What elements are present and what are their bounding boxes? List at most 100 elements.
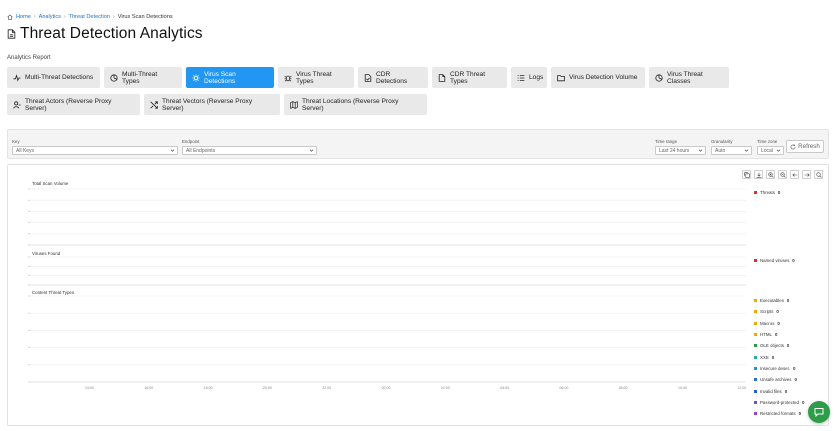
legend-item[interactable]: Threats 0 xyxy=(754,190,780,195)
chevron-down-icon xyxy=(698,149,703,152)
x-tick-label: 02:00 xyxy=(440,386,450,390)
section-label: Analytics Report xyxy=(7,55,51,61)
legend-label: XXE xyxy=(760,355,769,360)
legend-swatch xyxy=(754,333,757,336)
legend-label: Password-protected xyxy=(760,400,800,405)
tab-cdr-detections[interactable]: CDR Detections xyxy=(358,67,428,88)
breadcrumb-separator: › xyxy=(63,14,66,20)
time-range-label: Time range xyxy=(655,139,678,144)
tab-cdr-threat-types[interactable]: CDR Threat Types xyxy=(432,67,507,88)
endpoint-select[interactable]: All Endpoints xyxy=(182,146,317,155)
tab-label: Multi-Threat Types xyxy=(122,70,158,85)
bug-icon xyxy=(284,75,292,81)
refresh-icon xyxy=(790,143,796,149)
document-icon xyxy=(7,29,16,39)
tab-label: Virus Scan Detections xyxy=(204,70,236,85)
tab-threat-vectors[interactable]: Threat Vectors (Reverse Proxy Server) xyxy=(144,94,280,115)
granularity-select-value: Auto xyxy=(715,147,726,154)
endpoint-select-value: All Endpoints xyxy=(186,147,216,154)
legend-item[interactable]: Macros 0 xyxy=(754,321,780,326)
tab-label: Logs xyxy=(529,74,544,81)
legend-label: Macros xyxy=(760,321,775,326)
key-select[interactable]: All Keys xyxy=(12,146,178,155)
tab-label: CDR Detections xyxy=(376,70,408,85)
tab-virus-threat-types[interactable]: Virus Threat Types xyxy=(278,67,354,88)
user-icon xyxy=(13,100,21,108)
pie-icon xyxy=(110,73,118,82)
breadcrumb-threat-detection[interactable]: Threat Detection xyxy=(69,14,110,20)
breadcrumb-separator: › xyxy=(113,14,115,20)
legend-label: OLE objects xyxy=(760,343,784,348)
chevron-down-icon xyxy=(776,149,781,152)
page-title: Threat Detection Analytics xyxy=(20,25,203,42)
legend-item[interactable]: Executables 0 xyxy=(754,298,789,303)
breadcrumb-home[interactable]: Home xyxy=(16,14,31,20)
tab-virus-detection-volume[interactable]: Virus Detection Volume xyxy=(551,67,645,88)
chevron-down-icon xyxy=(170,149,175,152)
legend-swatch xyxy=(754,259,757,262)
legend-swatch xyxy=(754,344,757,347)
legend-item[interactable]: Scripts 0 xyxy=(754,309,779,314)
legend-total: 0 xyxy=(771,355,775,360)
file-check-icon xyxy=(364,73,372,82)
granularity-label: Granularity xyxy=(711,139,733,144)
x-tick-label: 08:00 xyxy=(618,386,628,390)
legend-item[interactable]: Invalid files 0 xyxy=(754,389,787,394)
tab-threat-actors[interactable]: Threat Actors (Reverse Proxy Server) xyxy=(7,94,140,115)
legend-swatch xyxy=(754,378,757,381)
shuffle-icon xyxy=(150,100,158,109)
legend-total: 0 xyxy=(776,309,779,314)
key-label: Key xyxy=(12,139,20,144)
breadcrumb: Home › Analytics › Threat Detection › Vi… xyxy=(7,11,173,23)
time-range-select[interactable]: Last 24 hours xyxy=(655,146,706,155)
tab-label: Multi-Threat Detections xyxy=(25,74,94,81)
filter-bar: Key All Keys Endpoint All Endpoints Time… xyxy=(7,129,829,159)
tab-logs[interactable]: Logs xyxy=(511,67,547,88)
legend-item[interactable]: Named viruses 0 xyxy=(754,258,795,263)
tab-virus-scan-detections[interactable]: Virus Scan Detections xyxy=(186,67,274,88)
x-tick-label: 18:00 xyxy=(203,386,213,390)
tab-multi-threat-types[interactable]: Multi-Threat Types xyxy=(104,67,182,88)
legend-item[interactable]: Insecure deser. 0 xyxy=(754,366,795,371)
x-tick-label: 20:00 xyxy=(262,386,272,390)
time-range-select-value: Last 24 hours xyxy=(659,147,690,154)
legend-item[interactable]: HTML 0 xyxy=(754,332,777,337)
x-tick-label: 16:00 xyxy=(144,386,154,390)
list-icon xyxy=(517,74,525,81)
legend-swatch xyxy=(754,401,757,404)
x-tick-label: 06:00 xyxy=(559,386,569,390)
granularity-select[interactable]: Auto xyxy=(711,146,752,155)
refresh-button[interactable]: Refresh xyxy=(786,140,824,153)
legend-item[interactable]: Unsafe archives 0 xyxy=(754,377,797,382)
tab-multi-threat-detections[interactable]: Multi-Threat Detections xyxy=(7,67,100,88)
tab-label: Threat Locations (Reverse Proxy Server) xyxy=(302,97,399,112)
x-tick-label: 10:00 xyxy=(678,386,687,390)
legend-item[interactable]: XXE 0 xyxy=(754,355,774,360)
tab-label: Virus Threat Classes xyxy=(667,70,703,85)
activity-icon xyxy=(13,73,21,82)
legend-label: Unsafe archives xyxy=(760,377,792,382)
chat-button[interactable] xyxy=(808,401,830,423)
legend-item[interactable]: Password-protected 0 xyxy=(754,400,805,405)
legend-total: 0 xyxy=(792,258,795,263)
tab-virus-threat-classes[interactable]: Virus Threat Classes xyxy=(649,67,729,88)
legend-item[interactable]: OLE objects 0 xyxy=(754,343,789,348)
page-header: Threat Detection Analytics xyxy=(7,25,203,43)
legend-swatch xyxy=(754,390,757,393)
legend-total: 0 xyxy=(794,377,797,382)
legend-total: 0 xyxy=(793,366,796,371)
plot-title: Content Threat Types xyxy=(32,290,75,295)
timezone-select[interactable]: Local xyxy=(757,146,784,155)
tab-label: Threat Actors (Reverse Proxy Server) xyxy=(25,97,112,112)
legend-total: 0 xyxy=(802,400,805,405)
timezone-select-value: Local xyxy=(761,147,773,154)
x-tick-label: 14:00 xyxy=(85,386,94,390)
plot-title: Total Scan Volume xyxy=(32,181,69,186)
tab-threat-locations[interactable]: Threat Locations (Reverse Proxy Server) xyxy=(284,94,427,115)
key-select-value: All Keys xyxy=(16,147,35,154)
chevron-down-icon xyxy=(744,149,749,152)
legend-item[interactable]: Restricted formats 0 xyxy=(754,411,801,416)
breadcrumb-analytics[interactable]: Analytics xyxy=(39,14,61,20)
refresh-label: Refresh xyxy=(798,143,820,150)
breadcrumb-separator: › xyxy=(33,14,36,20)
